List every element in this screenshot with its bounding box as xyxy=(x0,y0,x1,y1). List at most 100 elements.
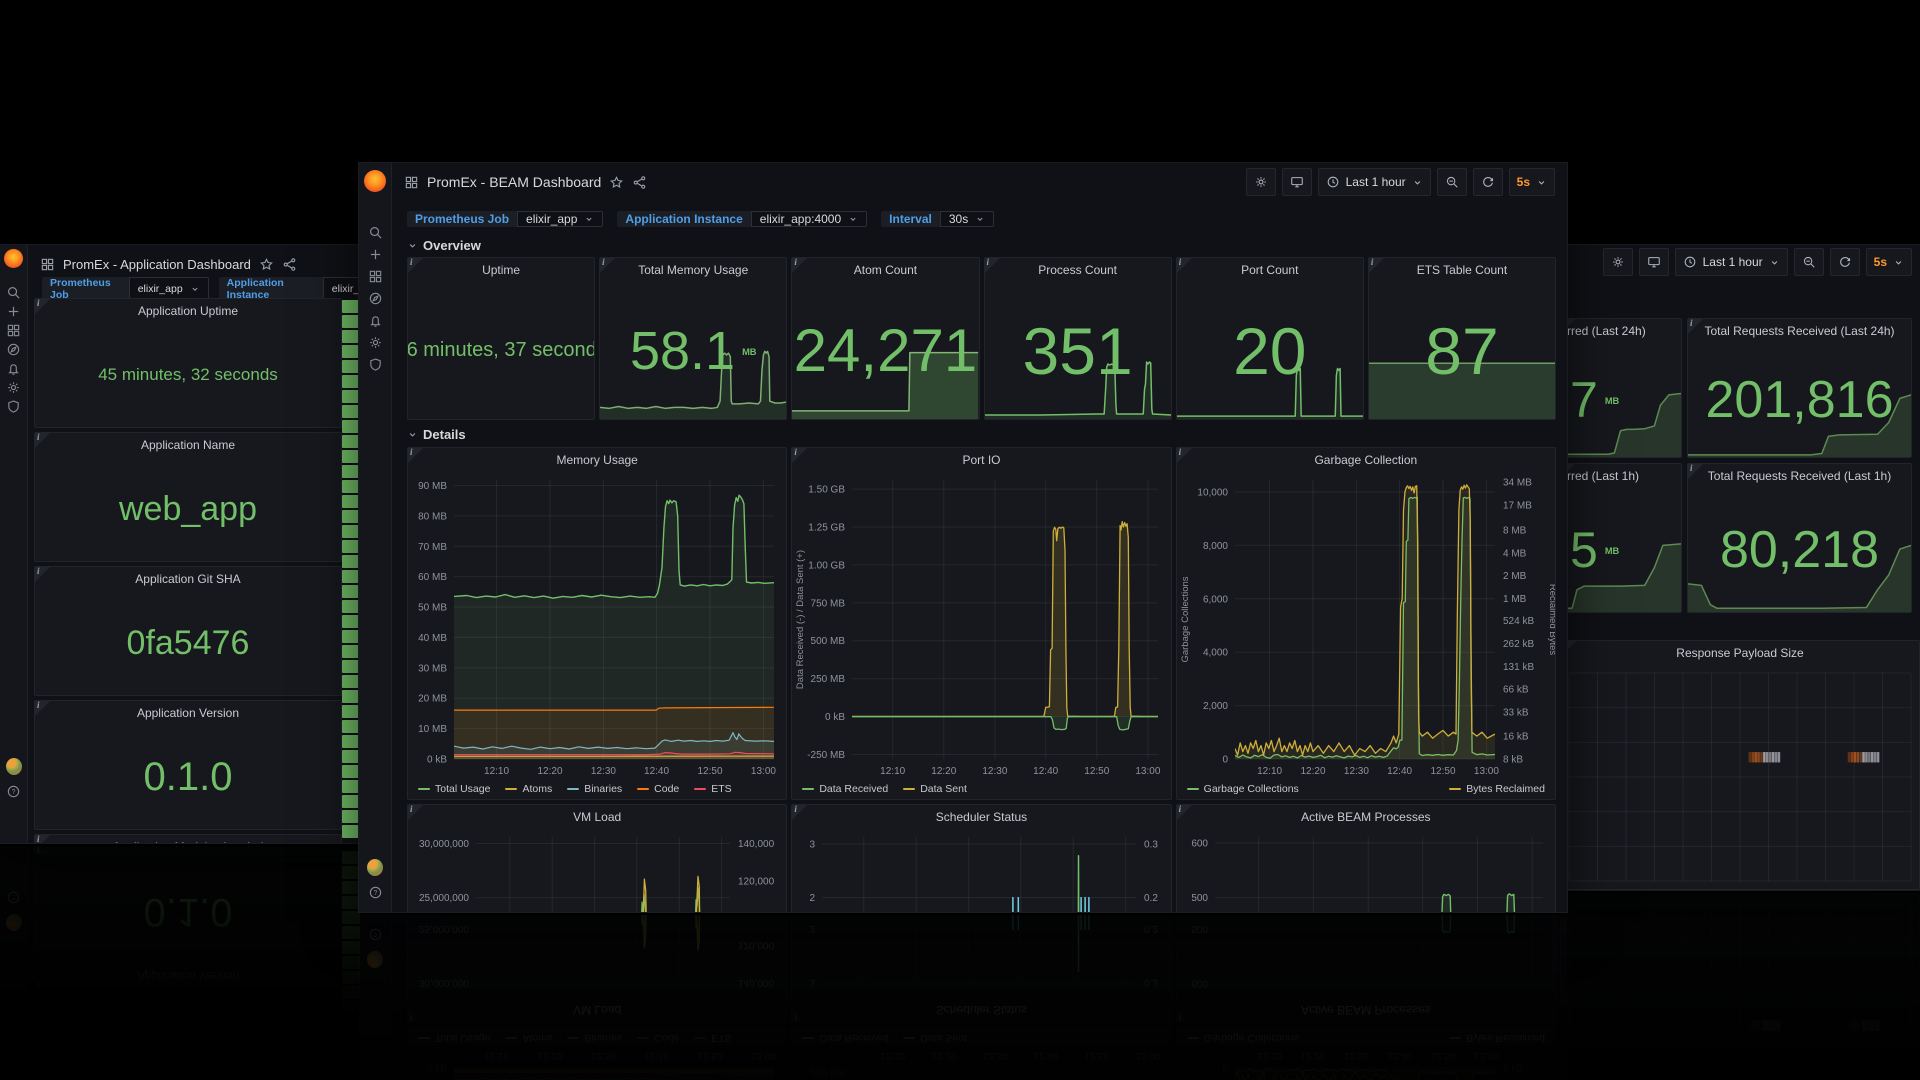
panel-info-corner[interactable]: i xyxy=(600,258,615,273)
variable-value-select[interactable]: elixir_app:4000 xyxy=(751,211,867,227)
panel-info-corner[interactable]: i xyxy=(985,258,1000,273)
panel-info-corner[interactable]: i xyxy=(35,299,50,314)
sidebar-item-avatar[interactable] xyxy=(6,758,22,774)
axis-tick-label: 12:40 xyxy=(1387,766,1412,777)
section-details[interactable]: Details xyxy=(407,427,466,442)
compass-icon xyxy=(6,342,21,357)
grafana-logo[interactable] xyxy=(364,170,386,192)
variable-chip: Application Instanceelixir_app:4000 xyxy=(617,211,867,227)
sidebar-item-shield[interactable] xyxy=(6,398,22,414)
panel-info-corner[interactable]: i xyxy=(1688,464,1703,479)
axis-tick-label: 34 MB xyxy=(1503,478,1532,489)
sidebar-item-help[interactable]: ? xyxy=(367,884,383,900)
memory-usage-panel: i Memory Usage 0 kB10 MB20 MB30 MB40 MB5… xyxy=(407,447,787,800)
grafana-logo[interactable] xyxy=(4,249,23,268)
refresh-interval-select[interactable]: 5s xyxy=(1866,248,1912,276)
sidebar-item-compass[interactable] xyxy=(6,341,22,357)
variable-value-select[interactable]: 30s xyxy=(940,211,994,227)
legend-item[interactable]: Garbage Collections xyxy=(1187,783,1299,795)
search-icon xyxy=(6,285,21,300)
sidebar-item-plus[interactable] xyxy=(6,303,22,319)
sidebar-item-bell[interactable] xyxy=(6,360,22,376)
share-icon[interactable] xyxy=(632,175,647,190)
section-overview[interactable]: Overview xyxy=(407,238,481,253)
panel-info-corner[interactable]: i xyxy=(35,567,50,582)
sidebar-item-gear[interactable] xyxy=(367,334,383,350)
legend-item[interactable]: ETS xyxy=(694,783,731,795)
module-gauge-strip xyxy=(342,300,360,838)
panel-info-corner[interactable]: i xyxy=(1177,448,1192,463)
panel-info-corner[interactable]: i xyxy=(408,258,423,273)
panel-info-corner[interactable]: i xyxy=(408,448,423,463)
gauge-block xyxy=(342,585,360,598)
legend-item[interactable]: Data Sent xyxy=(903,783,967,795)
panel-info-corner[interactable]: i xyxy=(408,805,423,820)
legend-item[interactable]: Total Usage xyxy=(418,783,490,795)
sidebar-item-compass[interactable] xyxy=(367,290,383,306)
dashboard-settings-button[interactable] xyxy=(1246,168,1276,196)
axis-tick-label: 80 MB xyxy=(418,511,447,522)
cycle-view-button[interactable] xyxy=(1639,248,1669,276)
legend-color-swatch xyxy=(903,788,915,790)
share-icon[interactable] xyxy=(282,257,297,272)
axis-tick-label: 12:10 xyxy=(881,766,906,777)
heatmap-cell xyxy=(1851,752,1854,762)
refresh-interval-select[interactable]: 5s xyxy=(1509,168,1555,196)
panel-title: Total Memory Usage xyxy=(600,258,786,282)
axis-tick-label: 33 kB xyxy=(1503,708,1529,719)
sidebar-item-help[interactable]: ? xyxy=(6,783,22,799)
heatmap-cell xyxy=(1760,752,1763,762)
legend-item[interactable]: Atoms xyxy=(505,783,552,795)
variable-value-select[interactable]: elixir_app xyxy=(517,211,603,227)
panel-info-corner[interactable]: i xyxy=(35,433,50,448)
panel-info-corner[interactable]: i xyxy=(35,701,50,716)
panel-info-corner[interactable]: i xyxy=(1688,319,1703,334)
axis-tick-label: 0 kB xyxy=(427,755,447,766)
sidebar-item-apps[interactable] xyxy=(6,322,22,338)
gauge-block xyxy=(342,690,360,703)
plus-icon xyxy=(368,247,383,262)
overview-stat-row: iUptime46 minutes, 37 secondsiTotal Memo… xyxy=(407,257,1556,420)
help-icon: ? xyxy=(6,784,21,799)
sidebar-item-search[interactable] xyxy=(367,224,383,240)
sidebar-item-bell[interactable] xyxy=(367,312,383,328)
sidebar-item-avatar[interactable] xyxy=(367,859,383,875)
sidebar-item-search[interactable] xyxy=(6,284,22,300)
panel-info-corner[interactable]: i xyxy=(1369,258,1384,273)
sidebar-item-gear[interactable] xyxy=(6,379,22,395)
time-range-picker[interactable]: Last 1 hour xyxy=(1675,248,1788,276)
time-range-picker[interactable]: Last 1 hour xyxy=(1318,168,1431,196)
refresh-icon xyxy=(1838,255,1852,269)
panel-info-corner[interactable]: i xyxy=(1177,258,1192,273)
series-area xyxy=(852,522,1158,717)
panel-info-corner[interactable]: i xyxy=(1177,805,1192,820)
sidebar-item-shield[interactable] xyxy=(367,356,383,372)
legend-item[interactable]: Bytes Reclaimed xyxy=(1449,783,1545,795)
axis-tick-label: 66 kB xyxy=(1503,685,1529,696)
stat-number: 0.1.0 xyxy=(144,755,233,800)
chart-legend: Total Usage Atoms Binaries Code ETS xyxy=(418,780,776,797)
zoom-out-button[interactable] xyxy=(1437,168,1467,196)
chevron-down-icon xyxy=(1536,177,1547,188)
legend-item[interactable]: Binaries xyxy=(567,783,622,795)
application-modules-loaded-panel: iApplication Modules Loaded xyxy=(34,834,342,843)
panel-info-corner[interactable]: i xyxy=(792,258,807,273)
sidebar-item-apps[interactable] xyxy=(367,268,383,284)
star-icon[interactable] xyxy=(609,175,624,190)
plus-icon xyxy=(6,304,21,319)
heatmap-cell xyxy=(1877,752,1880,762)
zoom-out-button[interactable] xyxy=(1794,248,1824,276)
variable-value: elixir_app:4000 xyxy=(760,212,841,226)
dashboard-settings-button[interactable] xyxy=(1603,248,1633,276)
panel-info-corner[interactable]: i xyxy=(792,805,807,820)
panel-info-corner[interactable]: i xyxy=(35,835,50,843)
refresh-button[interactable] xyxy=(1830,248,1860,276)
legend-item[interactable]: Code xyxy=(637,783,679,795)
clock-icon xyxy=(1683,255,1697,269)
panel-info-corner[interactable]: i xyxy=(792,448,807,463)
sidebar-item-plus[interactable] xyxy=(367,246,383,262)
cycle-view-button[interactable] xyxy=(1282,168,1312,196)
star-icon[interactable] xyxy=(259,257,274,272)
refresh-button[interactable] xyxy=(1473,168,1503,196)
legend-item[interactable]: Data Received xyxy=(802,783,888,795)
